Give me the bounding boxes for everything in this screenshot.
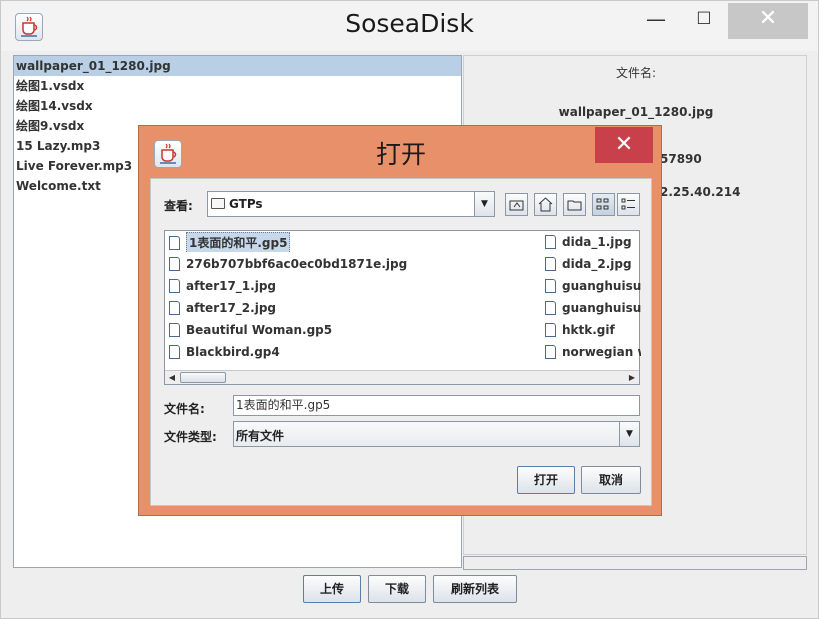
list-view-icon [596, 198, 609, 210]
look-in-value: GTPs [229, 197, 263, 211]
chooser-file-name: dida_1.jpg [562, 235, 632, 249]
open-file-dialog: 打开 ✕ 查看: GTPs ▼ 1表面的和平.gp5 276b707bbf6ac0… [138, 125, 662, 516]
chooser-file-item[interactable]: dida_1.jpg [545, 232, 641, 252]
filename-label: 文件名: [164, 402, 205, 416]
list-view-button[interactable] [592, 193, 615, 216]
file-icon [545, 322, 556, 337]
file-chooser-list[interactable]: 1表面的和平.gp5 276b707bbf6ac0ec0bd1871e.jpg af… [164, 230, 641, 385]
info-size-value: 57890 [660, 152, 702, 166]
chooser-file-name: after17_1.jpg [186, 279, 277, 293]
maximize-button[interactable]: ☐ [681, 3, 727, 39]
chooser-file-name: 1表面的和平.gp5 [186, 232, 291, 252]
chevron-down-icon[interactable]: ▼ [474, 192, 494, 216]
info-ip-value: 2.25.40.214 [660, 185, 741, 199]
dialog-close-button[interactable]: ✕ [595, 127, 653, 163]
home-icon [538, 197, 553, 212]
chooser-file-name: dida_2.jpg [562, 257, 632, 271]
new-folder-button[interactable] [563, 193, 586, 216]
look-in-combo[interactable]: GTPs ▼ [207, 191, 495, 217]
chooser-file-item[interactable]: after17_1.jpg [169, 276, 489, 296]
chooser-file-name: hktk.gif [562, 323, 615, 337]
file-list-item[interactable]: wallpaper_01_1280.jpg [14, 56, 461, 76]
look-in-label: 查看: [164, 199, 193, 213]
scroll-right-icon[interactable]: ▶ [625, 371, 639, 384]
file-icon [169, 235, 180, 250]
close-button[interactable]: ✕ [728, 3, 808, 39]
chooser-file-item[interactable]: hktk.gif [545, 320, 641, 340]
chevron-down-icon[interactable]: ▼ [619, 422, 639, 446]
chooser-file-name: norwegian wo [562, 345, 641, 359]
horizontal-scrollbar[interactable]: ◀ ▶ [165, 370, 639, 384]
folder-icon [211, 198, 225, 209]
status-field [463, 556, 807, 570]
filetype-label: 文件类型: [164, 430, 217, 444]
chooser-file-item[interactable]: Beautiful Woman.gp5 [169, 320, 489, 340]
file-icon [545, 344, 556, 359]
download-button[interactable]: 下载 [368, 575, 426, 603]
scroll-left-icon[interactable]: ◀ [165, 371, 179, 384]
refresh-list-button[interactable]: 刷新列表 [433, 575, 517, 603]
chooser-file-item[interactable]: guanghuisuiyu [545, 298, 641, 318]
chooser-file-item[interactable]: after17_2.jpg [169, 298, 489, 318]
cancel-button[interactable]: 取消 [581, 466, 641, 494]
file-icon [169, 344, 180, 359]
filetype-value: 所有文件 [236, 429, 285, 443]
up-folder-icon [509, 200, 524, 211]
title-bar[interactable]: SoseaDisk — ☐ ✕ [1, 1, 818, 51]
chooser-file-name: guanghuisuiyu [562, 279, 641, 293]
upload-button[interactable]: 上传 [303, 575, 361, 603]
chooser-file-item[interactable]: 276b707bbf6ac0ec0bd1871e.jpg [169, 254, 489, 274]
chooser-file-name: 276b707bbf6ac0ec0bd1871e.jpg [186, 257, 408, 271]
open-button[interactable]: 打开 [517, 466, 575, 494]
up-folder-button[interactable] [505, 193, 528, 216]
info-filename-label: 文件名: [615, 66, 657, 80]
file-icon [169, 300, 180, 315]
chooser-file-name: Beautiful Woman.gp5 [186, 323, 333, 337]
dialog-title: 打开 [375, 140, 426, 169]
minimize-button[interactable]: — [633, 3, 679, 39]
chooser-file-item[interactable]: guanghuisuiyu [545, 276, 641, 296]
chooser-file-name: guanghuisuiyu [562, 301, 641, 315]
dialog-content: 查看: GTPs ▼ 1表面的和平.gp5 276b707bbf6ac0ec0bd… [150, 178, 652, 506]
chooser-file-item[interactable]: dida_2.jpg [545, 254, 641, 274]
chooser-file-item[interactable]: Blackbird.gp4 [169, 342, 489, 362]
file-icon [169, 278, 180, 293]
chooser-file-name: after17_2.jpg [186, 301, 277, 315]
file-icon [169, 322, 180, 337]
file-list-item[interactable]: 绘图1.vsdx [14, 76, 461, 96]
home-button[interactable] [534, 193, 557, 216]
file-icon [545, 256, 556, 271]
new-folder-icon [567, 200, 582, 211]
filetype-select[interactable]: 所有文件 ▼ [233, 421, 640, 447]
chooser-file-item[interactable]: norwegian wo [545, 342, 641, 362]
file-icon [169, 256, 180, 271]
chooser-file-item[interactable]: 1表面的和平.gp5 [169, 232, 489, 252]
scroll-thumb[interactable] [180, 372, 226, 383]
file-icon [545, 234, 556, 249]
details-view-icon [621, 198, 635, 210]
details-view-button[interactable] [617, 193, 640, 216]
file-list-item[interactable]: 绘图14.vsdx [14, 96, 461, 116]
chooser-file-name: Blackbird.gp4 [186, 345, 280, 359]
info-filename-value: wallpaper_01_1280.jpg [558, 105, 714, 119]
file-icon [545, 278, 556, 293]
filename-input[interactable]: 1表面的和平.gp5 [233, 395, 640, 416]
file-icon [545, 300, 556, 315]
